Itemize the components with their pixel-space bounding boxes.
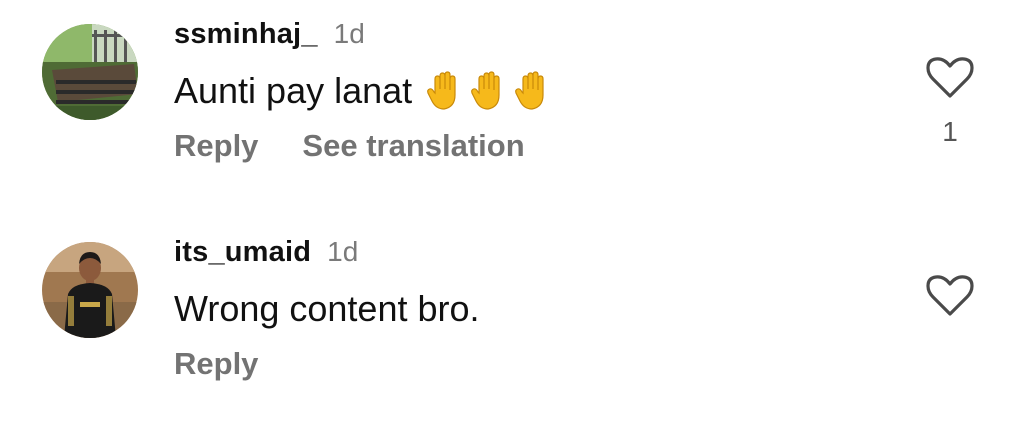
comment-header: its_umaid 1d — [174, 236, 358, 272]
emoji-group — [426, 71, 552, 111]
username[interactable]: its_umaid — [174, 236, 311, 269]
heart-outline-icon[interactable] — [926, 274, 974, 318]
comment-item: ssminhaj_ 1d Aunti pay lanat Reply See t… — [0, 18, 1024, 208]
avatar[interactable] — [42, 242, 138, 338]
comment-actions: Reply See translation — [174, 128, 525, 164]
see-translation-button[interactable]: See translation — [302, 128, 524, 164]
comment-text: Wrong content bro. — [174, 288, 480, 330]
comment-actions: Reply — [174, 346, 258, 382]
comment-body: Wrong content bro. — [174, 288, 480, 329]
raised-hand-emoji-icon — [426, 71, 464, 111]
comment-header: ssminhaj_ 1d — [174, 18, 365, 54]
raised-hand-emoji-icon — [470, 71, 508, 111]
heart-outline-icon[interactable] — [926, 56, 974, 100]
avatar[interactable] — [42, 24, 138, 120]
reply-button[interactable]: Reply — [174, 346, 258, 382]
raised-hand-emoji-icon — [514, 71, 552, 111]
comment-body: Aunti pay lanat — [174, 70, 413, 111]
timestamp: 1d — [327, 236, 359, 267]
username[interactable]: ssminhaj_ — [174, 18, 318, 51]
like-count: 1 — [942, 116, 958, 147]
comment-text: Aunti pay lanat — [174, 70, 552, 112]
reply-button[interactable]: Reply — [174, 128, 258, 164]
timestamp: 1d — [333, 18, 365, 49]
comment-item: its_umaid 1d Wrong content bro. Reply — [0, 236, 1024, 426]
